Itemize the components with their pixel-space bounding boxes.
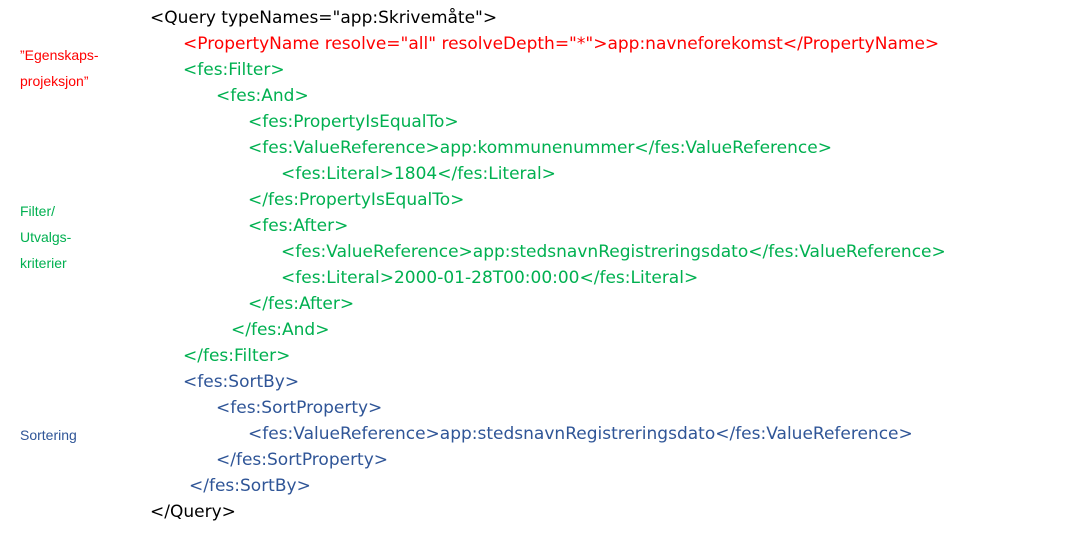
code-line-sortproperty-close: </fes:SortProperty> bbox=[216, 450, 389, 470]
code-line-propertyisequalto-open: <fes:PropertyIsEqualTo> bbox=[248, 112, 459, 132]
code-line-literal-1804: <fes:Literal>1804</fes:Literal> bbox=[281, 164, 556, 184]
code-line-propertyname: <PropertyName resolve="all" resolveDepth… bbox=[183, 34, 940, 54]
code-line-and-close: </fes:And> bbox=[231, 320, 330, 340]
code-line-valuereference-dato: <fes:ValueReference>app:stedsnavnRegistr… bbox=[281, 242, 946, 262]
code-line-and-open: <fes:And> bbox=[216, 86, 309, 106]
code-line-propertyisequalto-close: </fes:PropertyIsEqualTo> bbox=[248, 190, 465, 210]
code-line-after-open: <fes:After> bbox=[248, 216, 349, 236]
code-line-valuereference-sort: <fes:ValueReference>app:stedsnavnRegistr… bbox=[248, 424, 913, 444]
code-line-query-close: </Query> bbox=[150, 502, 236, 522]
code-line-query-open: <Query typeNames="app:Skrivemåte"> bbox=[150, 8, 498, 28]
label-egenskapsprojeksjon: ”Egenskaps- projeksjon” bbox=[20, 47, 99, 89]
code-line-literal-date: <fes:Literal>2000-01-28T00:00:00</fes:Li… bbox=[281, 268, 699, 288]
code-line-sortproperty-open: <fes:SortProperty> bbox=[216, 398, 383, 418]
code-line-filter-open: <fes:Filter> bbox=[183, 60, 285, 80]
code-line-after-close: </fes:After> bbox=[248, 294, 355, 314]
code-line-filter-close: </fes:Filter> bbox=[183, 346, 291, 366]
code-line-sortby-open: <fes:SortBy> bbox=[183, 372, 300, 392]
label-filter-utvalgskriterier: Filter/ Utvalgs- kriterier bbox=[20, 203, 72, 271]
code-line-sortby-close: </fes:SortBy> bbox=[189, 476, 311, 496]
code-line-valuereference-kommune: <fes:ValueReference>app:kommunenummer</f… bbox=[248, 138, 832, 158]
label-sortering: Sortering bbox=[20, 427, 77, 443]
